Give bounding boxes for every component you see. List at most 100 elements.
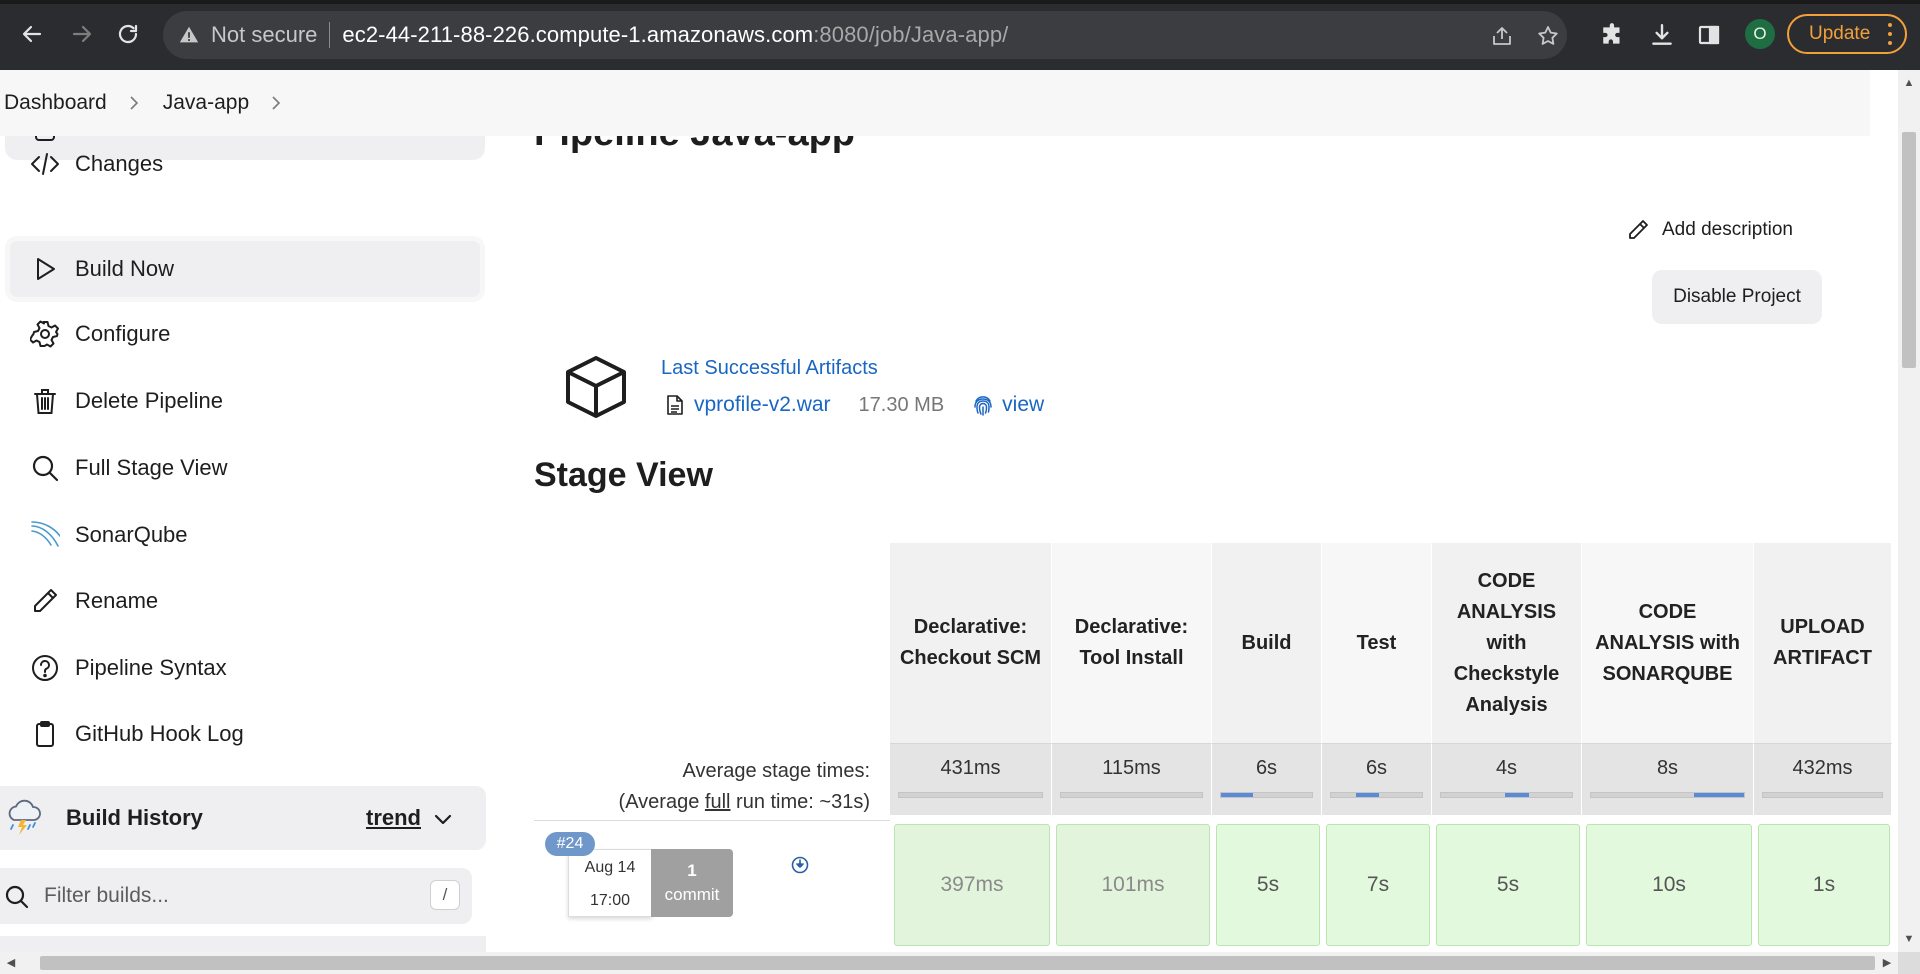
stage-average: 4s xyxy=(1432,743,1582,815)
sidebar-item-label: Configure xyxy=(75,321,171,346)
sidebar-item-github-hook-log[interactable]: GitHub Hook Log xyxy=(5,704,485,764)
stage-average: 115ms xyxy=(1052,743,1212,815)
file-icon xyxy=(666,394,684,416)
stage-run-cell[interactable]: 397ms xyxy=(894,824,1050,946)
last-successful-artifacts-link[interactable]: Last Successful Artifacts xyxy=(661,357,878,380)
url-path: :8080/job/Java-app/ xyxy=(813,22,1009,47)
stage-column: Build 6s 5s xyxy=(1212,543,1322,949)
trend-link[interactable]: trend xyxy=(366,805,421,831)
build-history-title: Build History xyxy=(66,805,203,830)
sidebar-item-label: SonarQube xyxy=(75,522,188,547)
sidebar-item-configure[interactable]: Configure xyxy=(5,304,485,364)
breadcrumb-dashboard[interactable]: Dashboard xyxy=(4,91,107,115)
scroll-up-arrow-icon[interactable]: ▲ xyxy=(1902,76,1916,90)
stage-column: Declarative: Tool Install 115ms 101ms xyxy=(1052,543,1212,949)
chevron-right-icon[interactable] xyxy=(269,96,283,110)
artifact-file-link[interactable]: vprofile-v2.war xyxy=(694,393,831,417)
scroll-down-arrow-icon[interactable]: ▼ xyxy=(1902,932,1916,946)
keyboard-shortcut-hint: / xyxy=(430,880,460,910)
stage-column: CODE ANALYSIS with SONARQUBE 8s 10s xyxy=(1582,543,1754,949)
commit-count-box[interactable]: 1 commit xyxy=(651,849,733,917)
side-panel-icon[interactable] xyxy=(1695,21,1723,49)
scroll-right-arrow-icon[interactable]: ▶ xyxy=(1880,956,1894,970)
url-host: ec2-44-211-88-226.compute-1.amazonaws.co… xyxy=(342,22,814,47)
back-button[interactable] xyxy=(16,18,48,50)
sidebar-item-delete-pipeline[interactable]: Delete Pipeline xyxy=(5,371,485,431)
stage-progress-fill xyxy=(1693,793,1744,797)
stage-average-time: 6s xyxy=(1365,757,1388,779)
commit-count: 1 xyxy=(687,861,697,880)
stage-average: 6s xyxy=(1212,743,1322,815)
omnibox-divider xyxy=(329,22,331,48)
stage-column: Declarative: Checkout SCM 431ms 397ms xyxy=(890,543,1052,949)
tab-strip-edge xyxy=(0,0,1920,4)
stage-run-cell[interactable]: 1s xyxy=(1758,824,1890,946)
sidebar-item-label: Changes xyxy=(75,151,164,176)
build-number-badge[interactable]: #24 xyxy=(545,832,595,856)
url-text[interactable]: ec2-44-211-88-226.compute-1.amazonaws.co… xyxy=(342,22,1008,48)
row-divider xyxy=(534,820,890,821)
download-artifact-icon[interactable] xyxy=(791,856,809,874)
security-status[interactable]: Not secure xyxy=(211,22,317,48)
stage-average: 432ms xyxy=(1754,743,1892,815)
stage-average: 6s xyxy=(1322,743,1432,815)
stage-run-cell[interactable]: 5s xyxy=(1436,824,1580,946)
sidebar-item-changes[interactable]: Changes xyxy=(5,134,485,194)
update-button[interactable]: Update xyxy=(1787,14,1907,54)
add-description-button[interactable]: Add description xyxy=(1626,214,1793,246)
stage-run-cell[interactable]: 10s xyxy=(1586,824,1752,946)
scroll-left-arrow-icon[interactable]: ◀ xyxy=(4,956,18,970)
stage-average-time: 431ms xyxy=(940,757,1001,779)
breadcrumb-java-app[interactable]: Java-app xyxy=(163,91,249,115)
bookmark-star-icon[interactable] xyxy=(1535,23,1561,49)
reload-icon xyxy=(118,24,138,44)
share-icon[interactable] xyxy=(1489,23,1515,49)
average-stage-times-text: Average stage times: xyxy=(682,760,870,782)
stage-run-cell[interactable]: 7s xyxy=(1326,824,1430,946)
help-icon xyxy=(25,648,65,688)
stage-run-cell[interactable]: 5s xyxy=(1216,824,1320,946)
vertical-scrollbar[interactable]: ▲ ▼ xyxy=(1898,70,1920,952)
play-icon xyxy=(25,249,65,289)
sidebar-item-rename[interactable]: Rename xyxy=(5,571,485,631)
stage-header: UPLOAD ARTIFACT xyxy=(1754,543,1892,743)
fingerprint-icon[interactable] xyxy=(972,393,994,417)
address-bar[interactable]: Not secure ec2-44-211-88-226.compute-1.a… xyxy=(163,11,1567,59)
trash-icon xyxy=(25,381,65,421)
average-run-time-text: (Average full run time: ~31s) xyxy=(540,787,870,818)
stage-run-cell[interactable]: 101ms xyxy=(1056,824,1210,946)
fingerprint-view-link[interactable]: view xyxy=(1002,393,1044,417)
stage-progress-fill xyxy=(1221,793,1253,797)
disable-project-button[interactable]: Disable Project xyxy=(1652,270,1822,324)
filter-builds-input[interactable] xyxy=(44,878,404,914)
forward-button[interactable] xyxy=(66,18,98,50)
chevron-down-icon[interactable] xyxy=(432,808,454,830)
stage-column: Test 6s 7s xyxy=(1322,543,1432,949)
add-description-label: Add description xyxy=(1662,219,1793,240)
sidebar-item-sonarqube[interactable]: SonarQube xyxy=(5,505,485,565)
stage-average-time: 6s xyxy=(1255,757,1278,779)
stage-average-time: 432ms xyxy=(1792,757,1853,779)
horizontal-scrollbar[interactable]: ◀ ▶ xyxy=(0,952,1898,974)
reload-button[interactable] xyxy=(112,18,144,50)
clipboard-icon xyxy=(25,714,65,754)
sidebar-item-label: Rename xyxy=(75,588,159,613)
stage-progress-bar xyxy=(898,792,1043,798)
sidebar-item-full-stage-view[interactable]: Full Stage View xyxy=(5,438,485,498)
horizontal-scroll-thumb[interactable] xyxy=(40,956,1875,970)
vertical-scroll-thumb[interactable] xyxy=(1902,132,1916,368)
sidebar-item-pipeline-syntax[interactable]: Pipeline Syntax xyxy=(5,638,485,698)
browser-toolbar: Not secure ec2-44-211-88-226.compute-1.a… xyxy=(0,0,1920,70)
stage-progress-bar xyxy=(1060,792,1203,798)
sidebar-item-build-now[interactable]: Build Now xyxy=(5,236,485,302)
stage-column: UPLOAD ARTIFACT 432ms 1s xyxy=(1754,543,1892,949)
profile-avatar[interactable]: O xyxy=(1745,19,1775,49)
stage-header: CODE ANALYSIS with SONARQUBE xyxy=(1582,543,1754,743)
extensions-icon[interactable] xyxy=(1599,21,1627,49)
full-run-time-link[interactable]: full xyxy=(705,791,731,813)
build-date-box[interactable]: Aug 14 17:00 xyxy=(568,849,652,917)
search-icon xyxy=(4,884,30,910)
stage-average: 431ms xyxy=(890,743,1052,815)
download-icon[interactable] xyxy=(1648,21,1676,49)
stage-average-time: 4s xyxy=(1495,757,1518,779)
